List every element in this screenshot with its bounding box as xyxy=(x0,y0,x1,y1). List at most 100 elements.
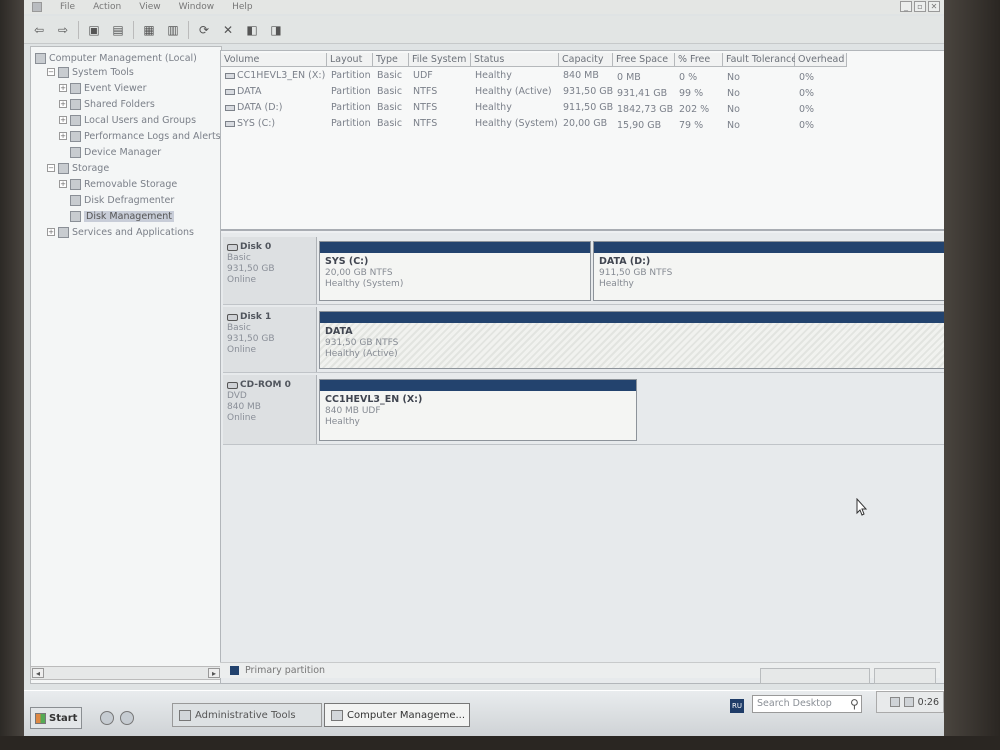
task-computer-management[interactable]: Computer Manageme... xyxy=(324,703,470,727)
task-administrative-tools[interactable]: Administrative Tools xyxy=(172,703,322,727)
clock[interactable]: 0:26 xyxy=(918,697,939,708)
table-cell: Healthy (System) xyxy=(475,118,558,129)
start-label: Start xyxy=(49,712,78,724)
tree-item[interactable]: + Event Viewer xyxy=(59,81,147,95)
disk-icon[interactable]: ◧ xyxy=(243,21,261,39)
volume-icon xyxy=(225,120,235,127)
system-tray: 0:26 xyxy=(876,691,944,713)
tree-item[interactable]: Device Manager xyxy=(59,145,161,159)
table-cell: NTFS xyxy=(413,102,438,113)
partition-block[interactable]: DATA (D:) 911,50 GB NTFS Healthy xyxy=(593,241,944,301)
tree-item-label: Services and Applications xyxy=(72,226,195,238)
disk-label[interactable]: Disk 1 Basic 931,50 GB Online xyxy=(223,307,317,372)
tray-volume-icon[interactable] xyxy=(903,697,914,707)
tree-item[interactable]: + Removable Storage xyxy=(59,177,177,191)
tree-item[interactable]: + Local Users and Groups xyxy=(59,113,196,127)
column-header[interactable]: Type xyxy=(373,53,409,67)
menu-window[interactable]: Window xyxy=(179,2,215,12)
close-button[interactable]: ✕ xyxy=(928,1,940,12)
column-header[interactable]: Free Space xyxy=(613,53,675,67)
toolbar-separator xyxy=(133,20,134,39)
column-header[interactable]: Volume xyxy=(221,53,327,67)
column-header[interactable]: Capacity xyxy=(559,53,613,67)
table-cell: Partition xyxy=(331,102,371,113)
menu-view[interactable]: View xyxy=(139,2,160,12)
partition-block[interactable]: CC1HEVL3_EN (X:) 840 MB UDF Healthy xyxy=(319,379,637,441)
table-cell: Healthy (Active) xyxy=(475,86,552,97)
show-desktop-icon[interactable] xyxy=(100,711,114,725)
desktop-search-input[interactable]: Search Desktop xyxy=(752,695,862,713)
tree-item-label: Computer Management (Local) xyxy=(49,52,197,64)
expander-icon[interactable]: + xyxy=(59,100,67,108)
table-cell: NTFS xyxy=(413,118,438,129)
expander-icon[interactable]: + xyxy=(59,116,67,124)
column-header[interactable]: File System xyxy=(409,53,471,67)
partition-block[interactable]: SYS (C:) 20,00 GB NTFS Healthy (System) xyxy=(319,241,591,301)
column-header[interactable]: Fault Tolerance xyxy=(723,53,797,67)
tree-item[interactable]: Computer Management (Local) xyxy=(35,51,197,65)
column-header[interactable]: Overhead xyxy=(795,53,847,67)
disk-label[interactable]: CD-ROM 0 DVD 840 MB Online xyxy=(223,375,317,444)
show-hide-tree-icon[interactable]: ▤ xyxy=(109,21,127,39)
tree-item[interactable]: + Services and Applications xyxy=(47,225,194,239)
disk-row[interactable]: Disk 1 Basic 931,50 GB Online DATA 931,50 GB … xyxy=(223,307,944,373)
up-folder-icon[interactable]: ▣ xyxy=(85,21,103,39)
tree-item-label: Storage xyxy=(72,162,110,174)
restore-button[interactable]: ▫ xyxy=(914,1,926,12)
help-icon[interactable]: ▥ xyxy=(164,21,182,39)
menu-file[interactable]: File xyxy=(60,2,75,12)
partition-status: Healthy (Active) xyxy=(325,349,398,359)
disk-state: Online xyxy=(227,345,257,355)
table-cell: Partition xyxy=(331,70,371,81)
primary-partition-bar xyxy=(320,242,590,253)
partition-body: DATA 931,50 GB NTFS Healthy (Active) xyxy=(320,323,944,368)
expander-icon[interactable]: + xyxy=(47,228,55,236)
volume-list: Volume Layout Type File System Status Capacit… xyxy=(221,51,944,231)
console-tree[interactable]: Computer Management (Local) − System Tools… xyxy=(30,46,222,684)
menu-help[interactable]: Help xyxy=(232,2,253,12)
refresh-icon[interactable]: ⟳ xyxy=(195,21,213,39)
disk-state: Online xyxy=(227,275,257,285)
volume-icon xyxy=(225,88,235,95)
disk-size: 931,50 GB xyxy=(227,334,275,344)
tree-item[interactable]: − System Tools xyxy=(47,65,134,79)
search-icon[interactable]: ⚲ xyxy=(850,697,859,711)
partition-size: 20,00 GB NTFS xyxy=(325,268,393,278)
table-cell: 79 % xyxy=(679,120,704,131)
forward-arrow-icon[interactable]: ⇨ xyxy=(54,21,72,39)
tree-item[interactable]: + Shared Folders xyxy=(59,97,155,111)
disk-label[interactable]: Disk 0 Basic 931,50 GB Online xyxy=(223,237,317,304)
column-header[interactable]: Status xyxy=(471,53,559,67)
browser-quicklaunch-icon[interactable] xyxy=(120,711,134,725)
partition-block[interactable]: DATA 931,50 GB NTFS Healthy (Active) xyxy=(319,311,944,369)
expander-icon[interactable]: − xyxy=(47,164,55,172)
back-arrow-icon[interactable]: ⇦ xyxy=(30,21,48,39)
disk-row[interactable]: CD-ROM 0 DVD 840 MB Online CC1HEVL3_EN (X:) 8… xyxy=(223,375,944,445)
tree-item[interactable]: Disk Management xyxy=(59,209,175,223)
start-button[interactable]: Start xyxy=(30,707,82,729)
disk-size: 840 MB xyxy=(227,402,261,412)
minimize-button[interactable]: _ xyxy=(900,1,912,12)
properties-icon[interactable]: ▦ xyxy=(140,21,158,39)
tree-item[interactable]: + Performance Logs and Alerts xyxy=(59,129,221,143)
table-cell: Healthy xyxy=(475,102,512,113)
disk-row[interactable]: Disk 0 Basic 931,50 GB Online SYS (C:) 20,00 … xyxy=(223,237,944,305)
delete-icon[interactable]: ✕ xyxy=(219,21,237,39)
format-icon[interactable]: ◨ xyxy=(267,21,285,39)
tree-item[interactable]: − Storage xyxy=(47,161,109,175)
expander-icon[interactable]: − xyxy=(47,68,55,76)
expander-icon[interactable]: + xyxy=(59,180,67,188)
menu-action[interactable]: Action xyxy=(93,2,121,12)
expander-icon[interactable]: + xyxy=(59,132,67,140)
column-header[interactable]: Layout xyxy=(327,53,373,67)
table-cell: 911,50 GB xyxy=(563,102,614,113)
status-segment xyxy=(874,668,936,684)
expander-icon[interactable]: + xyxy=(59,84,67,92)
table-cell: 840 MB xyxy=(563,70,599,81)
tree-item[interactable]: Disk Defragmenter xyxy=(59,193,174,207)
language-indicator[interactable]: RU xyxy=(730,699,744,713)
column-header[interactable]: % Free xyxy=(675,53,723,67)
tray-network-icon[interactable] xyxy=(889,697,900,707)
tree-item-label: Performance Logs and Alerts xyxy=(84,130,221,142)
table-cell: Basic xyxy=(377,102,403,113)
